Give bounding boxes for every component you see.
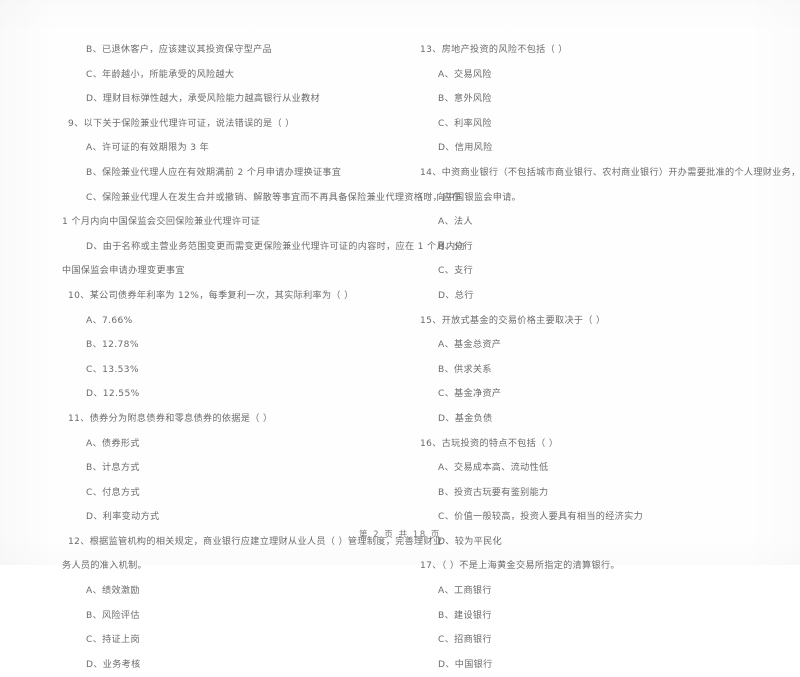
left-question-column: B、已退休客户，应该建议其投资保守型产品 C、年龄越小，所能承受的风险越大 D、理财…: [62, 38, 465, 677]
question-stem: 14、中资商业银行（不包括城市商业银行、农村商业银行）开办需要批准的个人理财业务…: [420, 167, 800, 178]
question-option: B、意外风险: [438, 94, 492, 105]
page-footer: 第 2 页 共 18 页: [359, 529, 441, 539]
question-stem-continuation: 中国保监会申请办理变更事宜: [62, 266, 185, 277]
question-stem: 11、债券分为附息债券和零息债券的依据是（ ）: [68, 413, 273, 424]
question-option: D、12.55%: [86, 389, 140, 400]
question-stem: 9、以下关于保险兼业代理许可证，说法错误的是（ ）: [68, 118, 295, 129]
question-option: B、计息方式: [86, 463, 140, 474]
question-stem: 13、房地产投资的风险不包括（ ）: [420, 45, 568, 55]
question-option: C、13.53%: [86, 364, 139, 375]
question-option: C、年龄越小，所能承受的风险越大: [86, 69, 235, 80]
question-option: B、建设银行: [438, 610, 492, 621]
question-option: D、总行: [438, 290, 474, 301]
question-option: D、业务考核: [86, 659, 141, 670]
question-option: A、7.66%: [86, 315, 133, 326]
question-option: C、基金净资产: [438, 389, 502, 400]
question-option: B、12.78%: [86, 340, 139, 351]
question-option: C、利率风险: [438, 118, 492, 129]
question-option: A、绩效激励: [86, 586, 140, 597]
question-option: C、持证上岗: [86, 635, 140, 646]
question-option: A、基金总资产: [438, 340, 502, 351]
question-option: C、保险兼业代理人在发生合并或撤销、解散等事宜而不再具备保险兼业代理资格时，应在: [86, 192, 462, 203]
question-option: B、分行: [438, 241, 473, 252]
question-option: B、已退休客户，应该建议其投资保守型产品: [86, 45, 273, 55]
question-option: D、由于名称或主营业务范围变更而需变更保险兼业代理许可证的内容时，应在 1 个月…: [86, 241, 465, 252]
question-stem: 10、某公司债券年利率为 12%，每季复利一次，其实际利率为（ ）: [68, 290, 354, 301]
question-option: D、理财目标弹性越大，承受风险能力越高银行从业教材: [86, 94, 321, 105]
right-question-column: 13、房地产投资的风险不包括（ ） A、交易风险 B、意外风险 C、利率风险 D、信用风…: [414, 38, 800, 677]
question-option: C、价值一般较高，投资人要具有相当的经济实力: [438, 512, 644, 523]
question-option: B、保险兼业代理人应在有效期满前 2 个月申请办理换证事宜: [86, 167, 342, 178]
question-option: A、债券形式: [86, 438, 140, 449]
scanned-page: B、已退休客户，应该建议其投资保守型产品 C、年龄越小，所能承受的风险越大 D、理财…: [0, 0, 800, 670]
question-stem: 17、（ ）不是上海黄金交易所指定的清算银行。: [420, 561, 620, 572]
question-option: B、风险评估: [86, 610, 140, 621]
question-option: A、工商银行: [438, 586, 492, 597]
question-stem-continuation: 务人员的准入机制。: [62, 561, 147, 572]
question-option: A、交易成本高、流动性低: [438, 463, 549, 474]
question-option: A、法人: [438, 217, 473, 228]
question-option: C、招商银行: [438, 635, 492, 646]
question-option: D、信用风险: [438, 143, 493, 154]
question-option: C、支行: [438, 266, 474, 277]
question-option: B、供求关系: [438, 364, 492, 375]
question-option: A、交易风险: [438, 69, 492, 80]
question-option: D、基金负债: [438, 413, 493, 424]
question-columns: B、已退休客户，应该建议其投资保守型产品 C、年龄越小，所能承受的风险越大 D、理财…: [0, 38, 800, 670]
question-option: A、许可证的有效期限为 3 年: [86, 143, 210, 154]
question-stem-continuation: （ ）向中国银监会申请。: [414, 192, 522, 203]
question-option: D、中国银行: [438, 659, 493, 670]
question-stem: 15、开放式基金的交易价格主要取决于（ ）: [420, 315, 606, 326]
question-stem: 16、古玩投资的特点不包括（ ）: [420, 438, 559, 449]
question-option: C、付息方式: [86, 487, 140, 498]
question-option: B、投资古玩要有鉴别能力: [438, 487, 549, 498]
question-stem-continuation: 1 个月内向中国保监会交回保险兼业代理许可证: [62, 217, 261, 228]
question-option: D、利率变动方式: [86, 512, 160, 523]
